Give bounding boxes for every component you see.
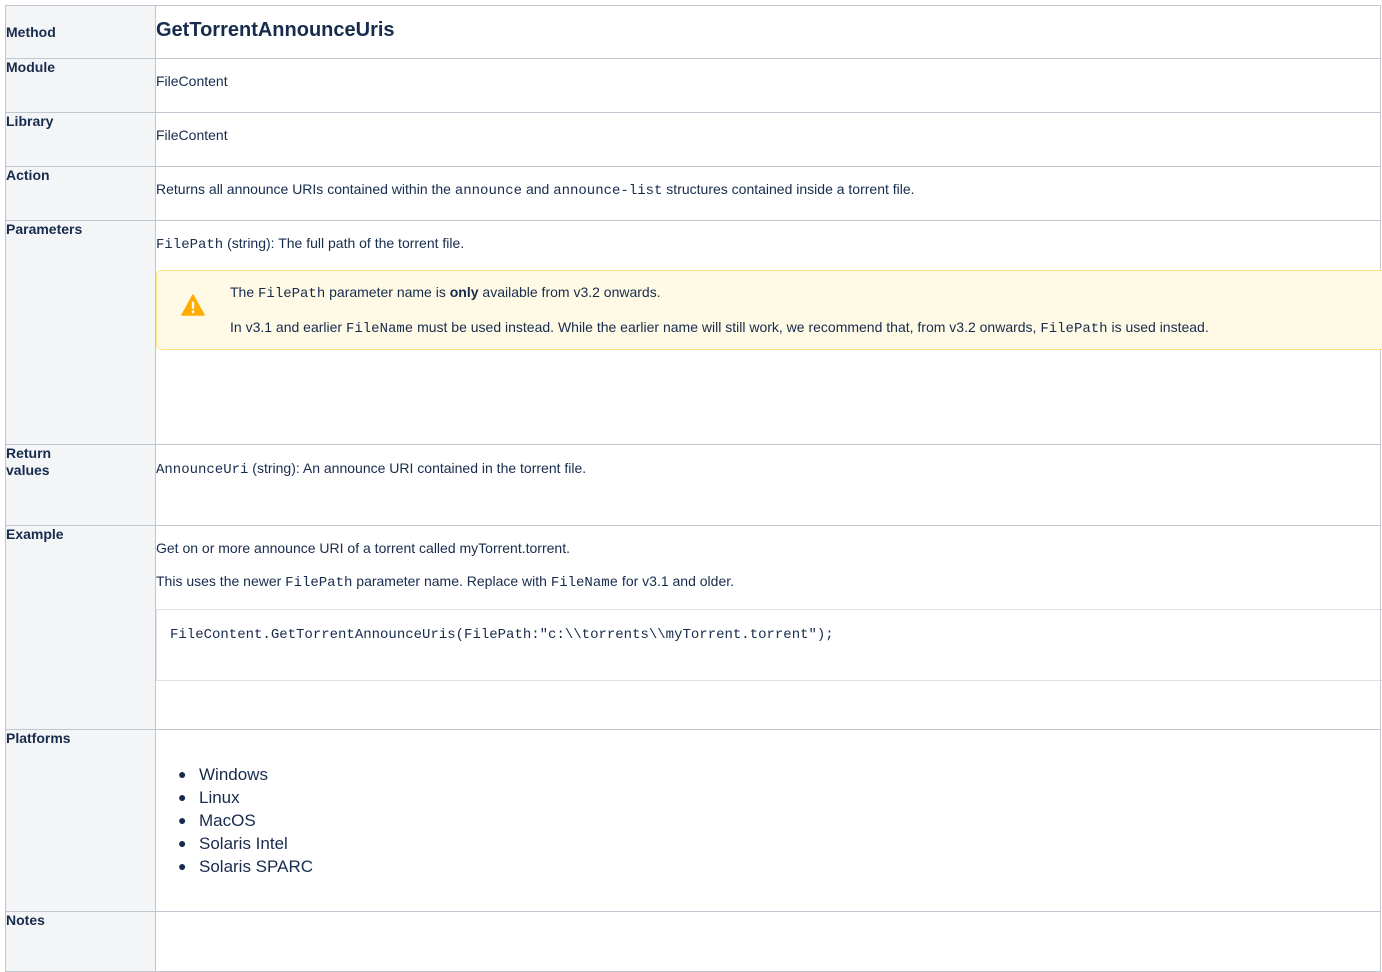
platform-name: Solaris SPARC <box>199 857 313 876</box>
bullet-icon: ● <box>178 812 187 828</box>
warning-text: parameter name is <box>325 284 450 300</box>
row-notes: Notes <box>5 911 1381 972</box>
row-module: Module FileContent <box>5 58 1381 113</box>
list-item: ● Linux <box>178 786 1380 809</box>
example-code-filepath: FilePath <box>285 575 353 591</box>
platforms-cell: ● Windows ● Linux ● MacOS ● Solaris Intel ● S… <box>155 729 1381 912</box>
action-code-announce: announce <box>454 183 523 199</box>
example-note: This uses the newer FilePath parameter n… <box>156 571 1380 593</box>
module-value: FileContent <box>155 58 1381 113</box>
warning-code-filename: FileName <box>345 321 414 337</box>
row-header-example: Example <box>5 525 156 730</box>
warning-text: available from v3.2 onwards. <box>478 284 661 300</box>
method-name: GetTorrentAnnounceUris <box>156 19 395 41</box>
warning-text: The <box>230 284 259 300</box>
return-value-name: AnnounceUri <box>156 462 249 478</box>
example-text: This uses the newer <box>156 573 286 589</box>
warning-text: is used instead. <box>1107 319 1209 335</box>
platform-name: Linux <box>199 788 240 807</box>
warning-panel: The FilePath parameter name is only avai… <box>156 270 1382 350</box>
list-item: ● Solaris SPARC <box>178 855 1380 878</box>
example-text: for v3.1 and older. <box>618 573 735 589</box>
row-header-parameters: Parameters <box>5 220 156 445</box>
parameters-cell: FilePath (string): The full path of the … <box>155 220 1382 445</box>
warning-line-2: In v3.1 and earlier FileName must be use… <box>230 317 1349 339</box>
notes-value <box>155 911 1381 972</box>
parameter-text: (string): The full path of the torrent f… <box>223 235 465 251</box>
action-text: Returns all announce URIs contained with… <box>156 181 455 197</box>
platforms-list: ● Windows ● Linux ● MacOS ● Solaris Intel ● S… <box>156 763 1380 878</box>
example-cell: Get on or more announce URI of a torrent… <box>155 525 1382 730</box>
row-method: Method GetTorrentAnnounceUris <box>5 5 1381 59</box>
platform-name: Windows <box>199 765 268 784</box>
row-header-return-values: Return values <box>5 444 156 526</box>
row-header-action: Action <box>5 166 156 221</box>
bullet-icon: ● <box>178 858 187 874</box>
list-item: ● Windows <box>178 763 1380 786</box>
row-header-notes: Notes <box>5 911 156 972</box>
action-text: structures contained inside a torrent fi… <box>662 181 915 197</box>
warning-text: In v3.1 and earlier <box>230 319 346 335</box>
warning-line-1: The FilePath parameter name is only avai… <box>230 282 1349 304</box>
return-label-line-2: values <box>6 461 50 478</box>
list-item: ● MacOS <box>178 809 1380 832</box>
action-code-announce-list: announce-list <box>553 183 663 199</box>
warning-text: must be used instead. While the earlier … <box>413 319 1041 335</box>
action-text: and <box>522 181 554 197</box>
code-block[interactable]: FileContent.GetTorrentAnnounceUris(FileP… <box>156 609 1382 681</box>
row-library: Library FileContent <box>5 112 1381 167</box>
warning-code-filepath: FilePath <box>258 286 326 302</box>
row-header-platforms: Platforms <box>5 729 156 912</box>
row-header-library: Library <box>5 112 156 167</box>
row-platforms: Platforms ● Windows ● Linux ● MacOS ● Solari… <box>5 729 1381 912</box>
return-value-text: (string): An announce URI contained in t… <box>248 460 587 476</box>
example-code-filename: FileName <box>550 575 619 591</box>
parameter-description: FilePath (string): The full path of the … <box>156 233 1380 255</box>
warning-icon <box>181 294 205 316</box>
row-action: Action Returns all announce URIs contain… <box>5 166 1381 221</box>
parameter-name: FilePath <box>156 237 224 253</box>
bullet-icon: ● <box>178 789 187 805</box>
method-name-cell: GetTorrentAnnounceUris <box>155 5 1381 59</box>
list-item: ● Solaris Intel <box>178 832 1380 855</box>
method-reference-table: Method GetTorrentAnnounceUris Module Fil… <box>5 5 1382 972</box>
return-label-line-1: Return <box>6 445 52 461</box>
bullet-icon: ● <box>178 766 187 782</box>
platform-name: MacOS <box>199 811 256 830</box>
example-intro: Get on or more announce URI of a torrent… <box>156 540 570 556</box>
row-parameters: Parameters FilePath (string): The full p… <box>5 220 1382 445</box>
warning-code-filepath: FilePath <box>1040 321 1108 337</box>
platform-name: Solaris Intel <box>199 834 288 853</box>
row-example: Example Get on or more announce URI of a… <box>5 525 1382 730</box>
return-values-cell: AnnounceUri (string): An announce URI co… <box>155 444 1381 526</box>
action-description: Returns all announce URIs contained with… <box>155 166 1381 221</box>
warning-bold-only: only <box>449 284 479 300</box>
row-return-values: Return values AnnounceUri (string): An a… <box>5 444 1381 526</box>
row-header-method: Method <box>5 5 156 59</box>
bullet-icon: ● <box>178 835 187 851</box>
example-text: parameter name. Replace with <box>352 573 551 589</box>
row-header-module: Module <box>5 58 156 113</box>
library-value: FileContent <box>155 112 1381 167</box>
